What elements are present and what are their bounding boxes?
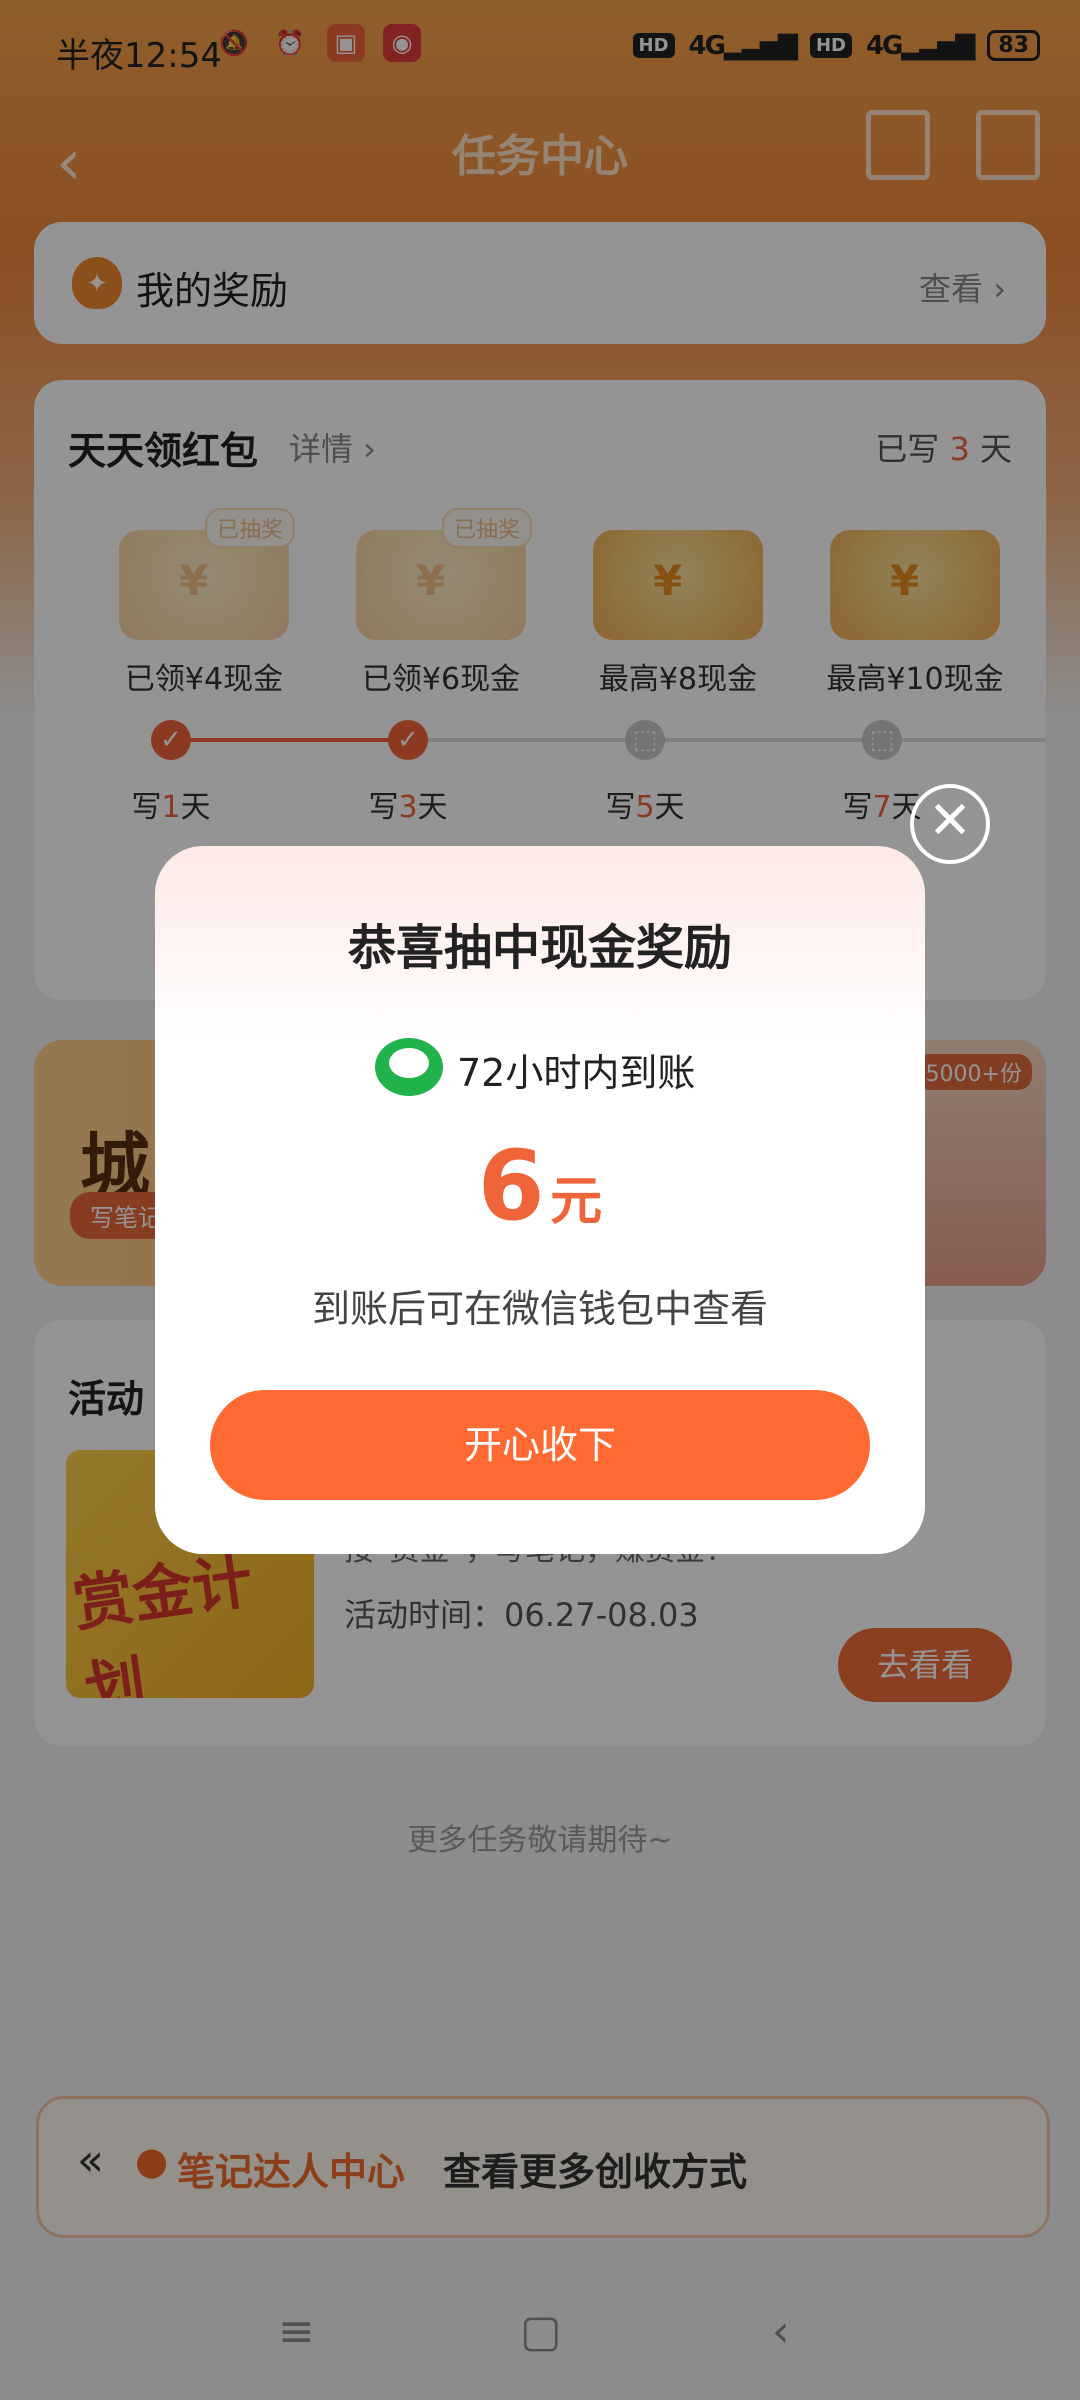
modal-title: 恭喜抽中现金奖励: [347, 920, 732, 976]
amount-number: 6: [477, 1130, 545, 1242]
arrival-time-text: 72小时内到账: [457, 1051, 696, 1095]
close-icon[interactable]: ✕: [910, 784, 990, 864]
reward-amount: 6 元: [155, 1130, 925, 1242]
amount-unit: 元: [550, 1172, 603, 1232]
page: 半夜12:54 🔕 ⏰ ▣ ◉ HD 4G▂▃▅▇ HD 4G▂▃▅▇ 83 ‹…: [0, 0, 1080, 2400]
reward-modal: 恭喜抽中现金奖励 72小时内到账 6 元 到账后可在微信钱包中查看 开心收下: [155, 846, 925, 1554]
wechat-icon: [375, 1038, 443, 1096]
accept-button[interactable]: 开心收下: [210, 1390, 870, 1500]
modal-note: 到账后可在微信钱包中查看: [311, 1287, 768, 1331]
